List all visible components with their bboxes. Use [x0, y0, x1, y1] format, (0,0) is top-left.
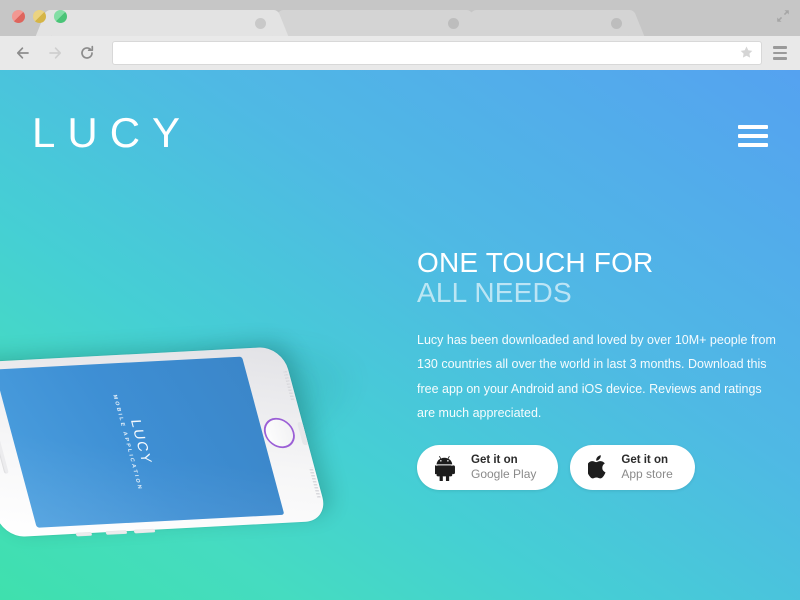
nav-hamburger-icon[interactable] [738, 125, 768, 147]
hamburger-bar [773, 51, 787, 55]
forward-arrow-icon [49, 47, 62, 59]
reload-icon [81, 45, 94, 59]
hamburger-bar [738, 134, 768, 138]
phone-screen-branding: LUCY MOBILE APPLICATION [103, 363, 169, 522]
google-play-label: Get it on Google Play [471, 453, 536, 482]
app-store-button[interactable]: Get it on App store [570, 445, 695, 491]
phone-brand-text: LUCY [127, 419, 155, 465]
app-store-label: Get it on App store [621, 453, 672, 482]
back-arrow-icon [16, 47, 29, 59]
minimize-button[interactable] [33, 10, 46, 23]
favicon-icon [448, 18, 459, 29]
hamburger-bar [773, 57, 787, 60]
bookmark-star-icon[interactable] [739, 45, 754, 60]
address-bar[interactable] [112, 41, 762, 65]
browser-window: LUCY LUCY MOBILE APPLICATION ONE TOUCH F… [0, 0, 800, 600]
phone-mockup: LUCY MOBILE APPLICATION [0, 230, 408, 560]
browser-toolbar [0, 36, 800, 70]
forward-button[interactable] [42, 40, 68, 66]
hero-section: LUCY LUCY MOBILE APPLICATION ONE TOUCH F… [0, 70, 800, 600]
tab-strip [0, 0, 800, 36]
phone-mute-switch [75, 532, 93, 537]
close-button[interactable] [12, 10, 25, 23]
button-bottom-label: App store [621, 467, 673, 482]
hero-copy: ONE TOUCH FOR ALL NEEDS Lucy has been do… [417, 248, 782, 491]
store-buttons: Get it on Google Play Get it on App stor… [417, 445, 782, 491]
hamburger-bar [738, 125, 768, 129]
phone-volume-down-button [133, 528, 156, 534]
page-title: ONE TOUCH FOR ALL NEEDS [417, 248, 782, 308]
favicon-icon [611, 18, 622, 29]
headline-line-1: ONE TOUCH FOR [417, 247, 654, 278]
maximize-button[interactable] [54, 10, 67, 23]
button-bottom-label: Google Play [471, 467, 537, 482]
site-logo[interactable]: LUCY [32, 112, 192, 154]
browser-menu-button[interactable] [768, 40, 792, 66]
browser-tab[interactable] [478, 10, 628, 36]
phone-volume-up-button [105, 530, 128, 535]
favicon-icon [255, 18, 266, 29]
button-top-label: Get it on [471, 454, 518, 467]
browser-tab[interactable] [52, 10, 272, 36]
google-play-button[interactable]: Get it on Google Play [417, 445, 559, 491]
hamburger-bar [773, 46, 787, 49]
resize-icon[interactable] [775, 8, 791, 24]
hamburger-bar [738, 143, 768, 147]
reload-button[interactable] [74, 40, 100, 66]
browser-chrome [0, 0, 800, 70]
window-controls [12, 10, 67, 23]
hero-paragraph: Lucy has been downloaded and loved by ov… [417, 332, 776, 421]
url-input[interactable] [123, 46, 735, 60]
button-top-label: Get it on [621, 454, 669, 467]
phone-screen: LUCY MOBILE APPLICATION [0, 356, 285, 528]
phone-device: LUCY MOBILE APPLICATION [0, 346, 329, 538]
headline-line-2: ALL NEEDS [417, 276, 572, 308]
back-button[interactable] [10, 40, 36, 66]
browser-tab[interactable] [285, 10, 465, 36]
android-icon [435, 456, 455, 482]
titlebar [0, 0, 800, 36]
apple-icon [588, 455, 606, 479]
